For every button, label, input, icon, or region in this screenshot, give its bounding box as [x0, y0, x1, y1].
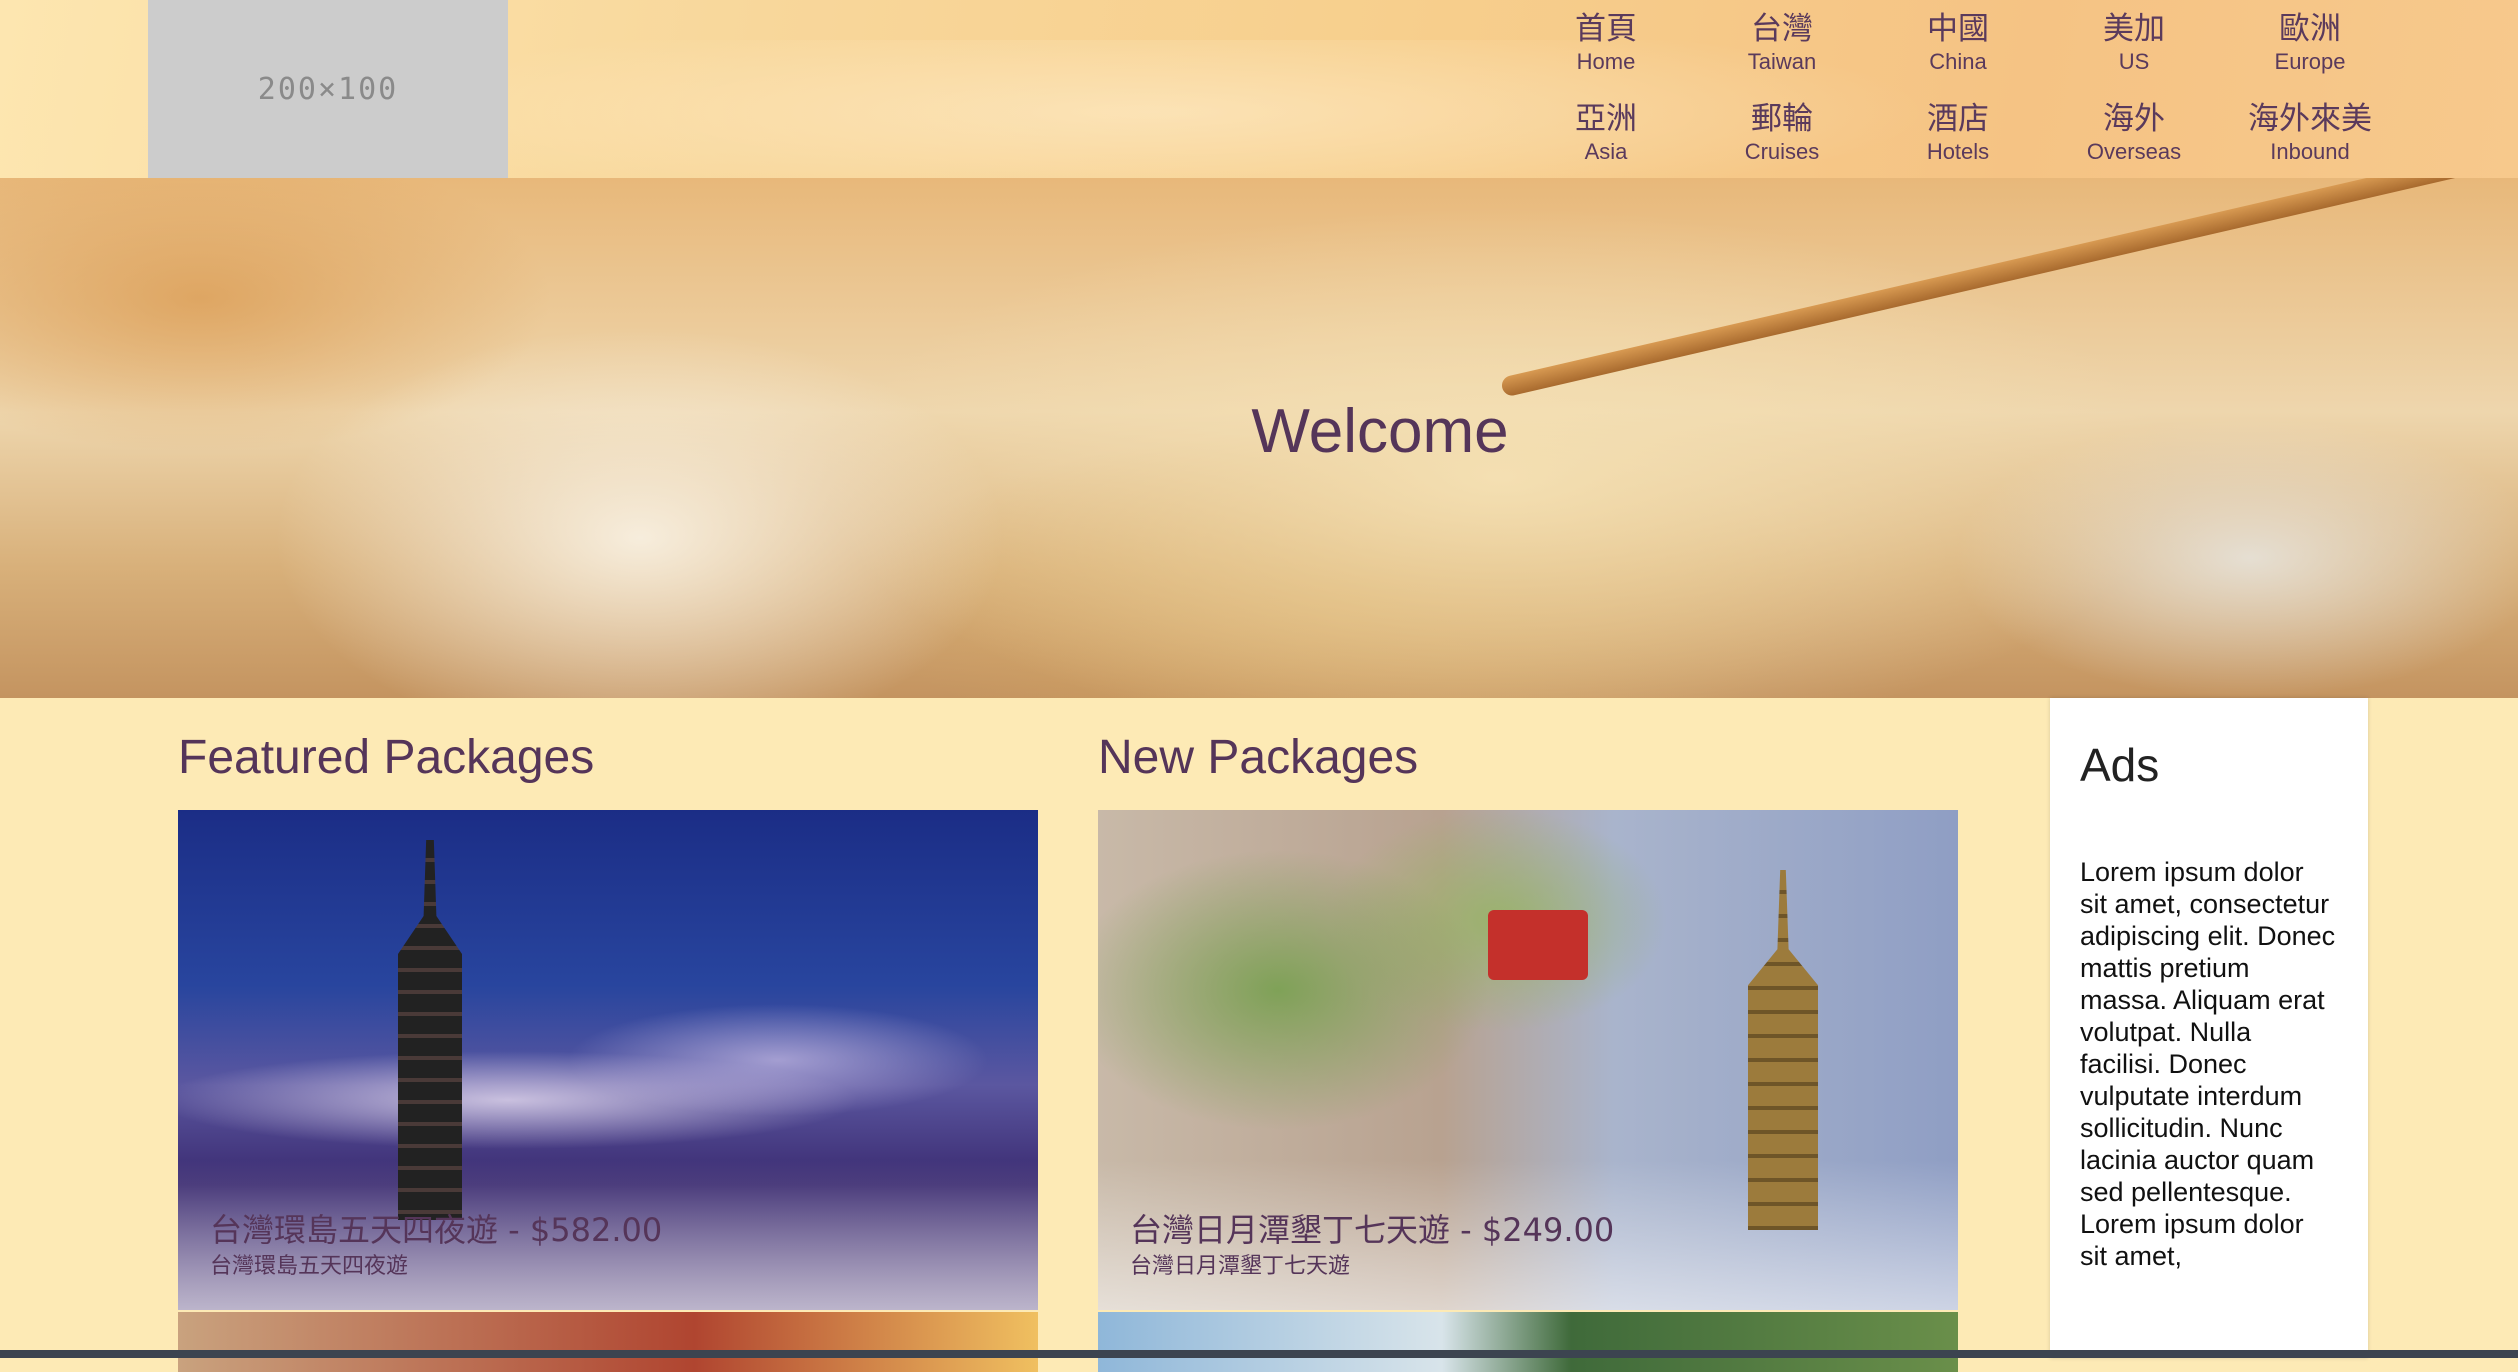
nav-label-en: Taiwan	[1747, 49, 1817, 74]
nav-label-zh: 海外來美	[2248, 101, 2372, 137]
nav-label-en: Hotels	[1926, 139, 1990, 164]
tower-silhouette	[398, 840, 462, 1220]
nav-label-zh: 海外	[2103, 101, 2165, 137]
package-subtitle: 台灣日月潭墾丁七天遊	[1130, 1254, 1351, 1279]
ads-text: Lorem ipsum dolor sit amet, consectetur …	[2080, 857, 2336, 1271]
nav-label-zh: 首頁	[1575, 11, 1637, 47]
package-subtitle: 台灣環島五天四夜遊	[210, 1254, 409, 1279]
nav-item-china[interactable]: 中國 China	[1870, 8, 2046, 98]
nav-item-us[interactable]: 美加 US	[2046, 8, 2222, 98]
nav-label-en: Home	[1576, 49, 1636, 74]
featured-package-card[interactable]: 台灣環島五天四夜遊 - $582.00 台灣環島五天四夜遊	[178, 810, 1038, 1310]
nav-label-en: China	[1929, 49, 1987, 74]
logo-placeholder[interactable]: 200×100	[148, 0, 508, 178]
package-title: 台灣日月潭墾丁七天遊 - $249.00	[1130, 1211, 1615, 1249]
featured-package-card-next[interactable]	[178, 1312, 1038, 1372]
nav-label-zh: 亞洲	[1575, 101, 1637, 137]
nav-label-zh: 美加	[2103, 11, 2165, 47]
nav-label-zh: 酒店	[1927, 101, 1989, 137]
site-header: 200×100 首頁 Home 台灣 Taiwan 中國 China 美加 US…	[0, 0, 2518, 178]
nav-item-europe[interactable]: 歐洲 Europe	[2222, 8, 2398, 98]
nav-label-zh: 中國	[1927, 11, 1989, 47]
card-caption: 台灣環島五天四夜遊 - $582.00 台灣環島五天四夜遊	[210, 1208, 662, 1282]
nav-label-en: Overseas	[2086, 139, 2182, 164]
logo-text: 200×100	[257, 71, 399, 107]
package-title: 台灣環島五天四夜遊 - $582.00	[210, 1211, 663, 1249]
train-image	[1488, 910, 1588, 980]
featured-packages-heading: Featured Packages	[178, 731, 595, 784]
main-nav: 首頁 Home 台灣 Taiwan 中國 China 美加 US 歐洲 Euro…	[1518, 8, 2418, 174]
nav-label-en: Inbound	[2270, 139, 2350, 164]
new-package-card-next[interactable]	[1098, 1312, 1958, 1372]
nav-label-zh: 歐洲	[2279, 11, 2341, 47]
nav-label-en: Cruises	[1744, 139, 1820, 164]
tower-silhouette	[1748, 870, 1818, 1230]
ads-title: Ads	[2080, 739, 2160, 791]
ads-sidebar: Ads Lorem ipsum dolor sit amet, consecte…	[2050, 698, 2368, 1358]
nav-item-cruises[interactable]: 郵輪 Cruises	[1694, 98, 1870, 178]
nav-item-overseas[interactable]: 海外 Overseas	[2046, 98, 2222, 178]
hero-title: Welcome	[1251, 397, 1509, 466]
new-packages-heading: New Packages	[1098, 731, 1419, 784]
nav-item-home[interactable]: 首頁 Home	[1518, 8, 1694, 98]
card-caption: 台灣日月潭墾丁七天遊 - $249.00 台灣日月潭墾丁七天遊	[1130, 1208, 1614, 1282]
hero-chopstick-image	[1500, 178, 2518, 398]
window-bottom-edge	[0, 1350, 2518, 1358]
nav-label-en: Europe	[2274, 49, 2346, 74]
nav-label-zh: 郵輪	[1751, 101, 1813, 137]
nav-item-inbound[interactable]: 海外來美 Inbound	[2222, 98, 2398, 178]
nav-item-hotels[interactable]: 酒店 Hotels	[1870, 98, 2046, 178]
nav-item-asia[interactable]: 亞洲 Asia	[1518, 98, 1694, 178]
nav-label-en: US	[2118, 49, 2150, 74]
new-package-card[interactable]: 台灣日月潭墾丁七天遊 - $249.00 台灣日月潭墾丁七天遊	[1098, 810, 1958, 1310]
nav-item-taiwan[interactable]: 台灣 Taiwan	[1694, 8, 1870, 98]
nav-label-en: Asia	[1584, 139, 1628, 164]
nav-label-zh: 台灣	[1751, 11, 1813, 47]
hero-banner: Welcome	[0, 178, 2518, 698]
